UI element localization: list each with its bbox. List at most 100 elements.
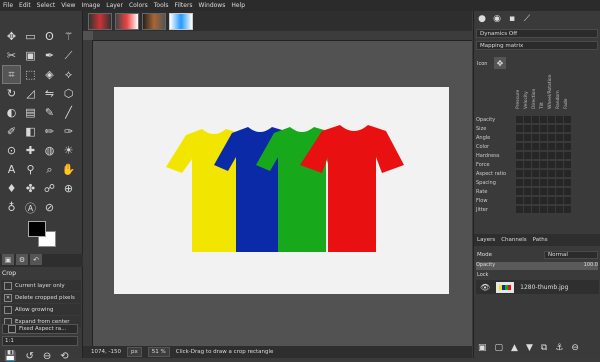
- menu-windows[interactable]: Windows: [196, 0, 229, 11]
- duplicate-layer-icon[interactable]: ⧉: [541, 343, 547, 353]
- matrix-cell[interactable]: [540, 197, 547, 204]
- restore-options-icon[interactable]: ↺: [25, 351, 33, 362]
- checkbox[interactable]: [4, 281, 12, 290]
- matrix-cell[interactable]: [524, 197, 531, 204]
- matrix-cell[interactable]: [524, 152, 531, 159]
- text2-tool-icon[interactable]: Ⓐ: [21, 198, 40, 217]
- menu-file[interactable]: File: [0, 0, 16, 11]
- matrix-cell[interactable]: [548, 206, 555, 213]
- matrix-cell[interactable]: [524, 188, 531, 195]
- matrix-cell[interactable]: [548, 170, 555, 177]
- menu-edit[interactable]: Edit: [16, 0, 34, 11]
- matrix-cell[interactable]: [516, 125, 523, 132]
- smudge-tool-icon[interactable]: ✐: [2, 122, 21, 141]
- mypaint-tool-icon[interactable]: ✤: [21, 179, 40, 198]
- option-delete-cropped[interactable]: ✕ Delete cropped pixels: [1, 292, 81, 303]
- image-tab-thumbnail[interactable]: [115, 13, 139, 30]
- checkbox[interactable]: [4, 305, 12, 314]
- matrix-cell[interactable]: [532, 143, 539, 150]
- image-tab-thumbnail[interactable]: [88, 13, 112, 30]
- matrix-cell[interactable]: [556, 197, 563, 204]
- matrix-cell[interactable]: [564, 152, 571, 159]
- matrix-cell[interactable]: [532, 161, 539, 168]
- undo-history-tab-icon[interactable]: ↶: [30, 254, 42, 265]
- matrix-cell[interactable]: [532, 197, 539, 204]
- matrix-cell[interactable]: [524, 170, 531, 177]
- matrix-cell[interactable]: [540, 188, 547, 195]
- matrix-cell[interactable]: [540, 161, 547, 168]
- dynamics-tab-icon[interactable]: ⟋: [521, 13, 533, 25]
- matrix-cell[interactable]: [532, 134, 539, 141]
- bucket-tool-icon[interactable]: ◐: [2, 103, 21, 122]
- menu-colors[interactable]: Colors: [126, 0, 151, 11]
- matrix-cell[interactable]: [524, 143, 531, 150]
- matrix-cell[interactable]: [548, 152, 555, 159]
- matrix-cell[interactable]: [556, 161, 563, 168]
- color-swatches[interactable]: [28, 221, 56, 247]
- matrix-cell[interactable]: [564, 161, 571, 168]
- perspective-tool-icon[interactable]: ◿: [21, 84, 40, 103]
- horizontal-ruler[interactable]: [93, 31, 472, 41]
- delete-options-icon[interactable]: ⊖: [43, 351, 51, 362]
- matrix-cell[interactable]: [516, 206, 523, 213]
- lasso-tool-icon[interactable]: ʘ: [40, 27, 59, 46]
- crop-tool-icon[interactable]: ⌗: [2, 65, 21, 84]
- matrix-cell[interactable]: [548, 134, 555, 141]
- matrix-cell[interactable]: [516, 161, 523, 168]
- aspect-ratio-input[interactable]: 1:1: [2, 336, 78, 346]
- fonts-tab-icon[interactable]: ▪: [506, 13, 518, 25]
- drop-tool-icon[interactable]: ♦: [2, 179, 21, 198]
- vertical-ruler[interactable]: [83, 40, 93, 346]
- matrix-cell[interactable]: [564, 170, 571, 177]
- rect-select-tool-icon[interactable]: ▭: [21, 27, 40, 46]
- visibility-eye-icon[interactable]: 👁: [480, 283, 490, 292]
- matrix-cell[interactable]: [564, 188, 571, 195]
- image-tab-thumbnail[interactable]: [142, 13, 166, 30]
- tab-layers[interactable]: Layers: [474, 237, 498, 243]
- unit-select[interactable]: px: [126, 347, 142, 357]
- flip-tool-icon[interactable]: ⇋: [40, 84, 59, 103]
- patterns-tab-icon[interactable]: ◉: [491, 13, 503, 25]
- color-picker-tool-icon[interactable]: ⟋: [59, 46, 78, 65]
- opacity-slider[interactable]: Opacity 100.0: [476, 262, 598, 270]
- dynamics-name[interactable]: Dynamics Off: [476, 29, 598, 38]
- heal-tool-icon[interactable]: ✚: [21, 141, 40, 160]
- scissors-tool-icon[interactable]: ✂: [2, 46, 21, 65]
- layer-row[interactable]: 👁 1280-thumb.jpg: [476, 280, 599, 294]
- matrix-cell[interactable]: [548, 116, 555, 123]
- menu-select[interactable]: Select: [34, 0, 59, 11]
- tab-paths[interactable]: Paths: [530, 237, 551, 243]
- matrix-cell[interactable]: [524, 179, 531, 186]
- foreground-select-tool-icon[interactable]: ▣: [21, 46, 40, 65]
- mode-select[interactable]: Normal: [544, 251, 598, 259]
- matrix-cell[interactable]: [556, 179, 563, 186]
- checkbox[interactable]: [8, 325, 16, 333]
- zoom-tool-icon[interactable]: ⌕: [40, 160, 59, 179]
- lower-layer-icon[interactable]: ▼: [526, 343, 533, 353]
- matrix-cell[interactable]: [540, 206, 547, 213]
- eraser-tool-icon[interactable]: ◧: [21, 122, 40, 141]
- matrix-cell[interactable]: [556, 188, 563, 195]
- handle-transform-tool-icon[interactable]: ⊕: [59, 179, 78, 198]
- hand-tool-icon[interactable]: ✋: [59, 160, 78, 179]
- option-current-layer[interactable]: Current layer only: [1, 280, 81, 291]
- matrix-cell[interactable]: [532, 152, 539, 159]
- matrix-cell[interactable]: [516, 179, 523, 186]
- tab-channels[interactable]: Channels: [498, 237, 529, 243]
- matrix-cell[interactable]: [540, 152, 547, 159]
- path-tool-icon[interactable]: ✒: [40, 46, 59, 65]
- matrix-cell[interactable]: [532, 116, 539, 123]
- matrix-cell[interactable]: [532, 179, 539, 186]
- warp-tool-icon[interactable]: ◈: [40, 65, 59, 84]
- matrix-cell[interactable]: [548, 143, 555, 150]
- smudge2-tool-icon[interactable]: ☍: [40, 179, 59, 198]
- matrix-cell[interactable]: [564, 134, 571, 141]
- airbrush-tool-icon[interactable]: ✏: [40, 122, 59, 141]
- matrix-cell[interactable]: [540, 170, 547, 177]
- new-layer-icon[interactable]: ▣: [478, 343, 487, 353]
- matrix-cell[interactable]: [532, 188, 539, 195]
- image-tab-thumbnail-active[interactable]: [169, 13, 193, 30]
- matrix-cell[interactable]: [516, 152, 523, 159]
- new-group-icon[interactable]: ▢: [495, 343, 504, 353]
- matrix-cell[interactable]: [532, 170, 539, 177]
